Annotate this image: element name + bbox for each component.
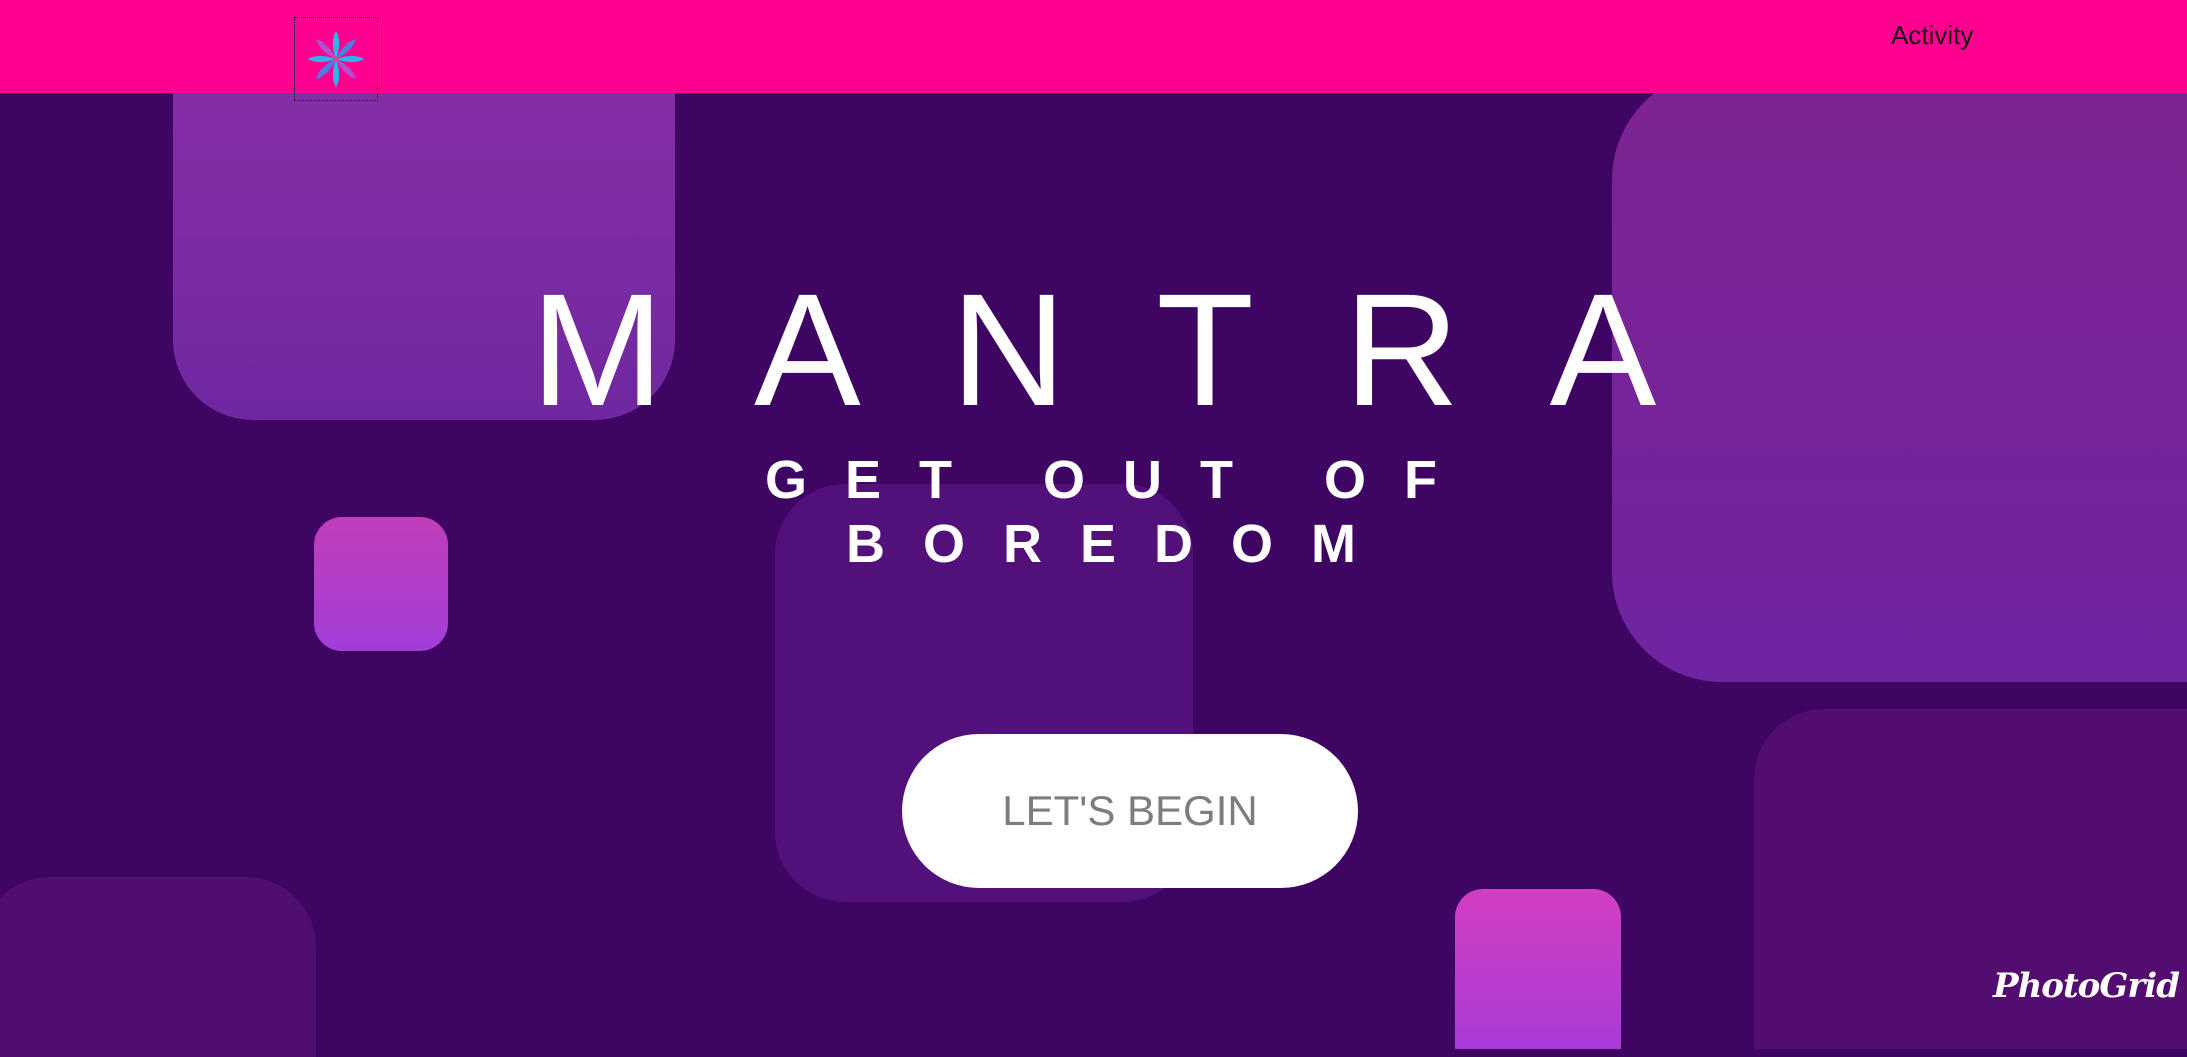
lets-begin-button[interactable]: LET'S BEGIN: [902, 734, 1358, 888]
decor-rounded-square: [1455, 889, 1621, 1049]
site-logo[interactable]: [294, 17, 378, 101]
decor-rounded-square: [0, 877, 316, 1057]
decor-rounded-square: [314, 517, 448, 651]
top-navbar: Activity: [0, 0, 2187, 101]
photogrid-watermark: PhotoGrid: [1993, 966, 2180, 1006]
nav-link-activity[interactable]: Activity: [1891, 20, 1973, 51]
hero-title: MANTRA: [530, 260, 1747, 439]
hero-tagline: GET OUT OF BOREDOM: [765, 450, 1475, 574]
lotus-flower-icon: [308, 31, 364, 87]
